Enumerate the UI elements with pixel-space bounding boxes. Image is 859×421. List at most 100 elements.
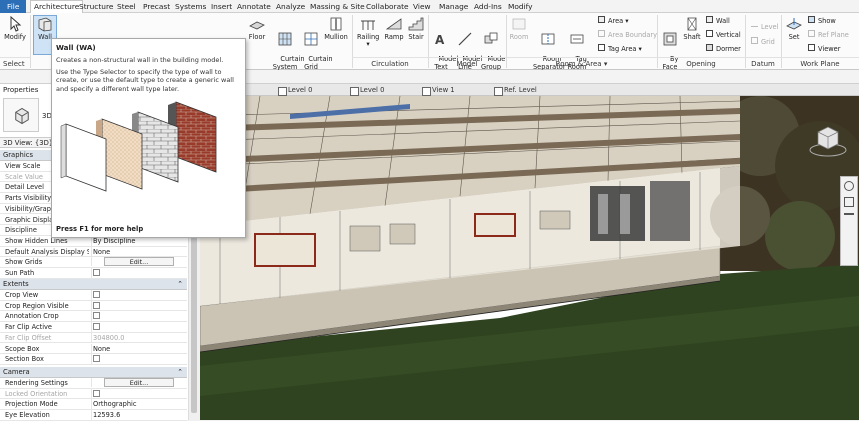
checkbox[interactable] bbox=[93, 389, 100, 397]
type-selector-thumb[interactable] bbox=[3, 98, 39, 132]
extents-row-value[interactable] bbox=[91, 290, 185, 301]
tab-annotate[interactable]: Annotate bbox=[237, 1, 271, 13]
area-boundary-button[interactable]: Area Boundary bbox=[598, 30, 657, 40]
camera-row[interactable]: Locked Orientation bbox=[0, 388, 187, 400]
tab-precast[interactable]: Precast bbox=[143, 1, 170, 13]
graphics-row-value[interactable]: None bbox=[91, 246, 185, 257]
checkbox[interactable] bbox=[93, 301, 100, 309]
extents-row-key: Scope Box bbox=[5, 344, 40, 353]
group-room-area[interactable]: Room & Area ▾ bbox=[506, 57, 657, 70]
floor-button[interactable]: Floor bbox=[246, 16, 268, 41]
area-button[interactable]: Area ▾ bbox=[598, 16, 629, 26]
tooltip-line-2: Use the Type Selector to specify the typ… bbox=[56, 68, 234, 93]
level-button[interactable]: Level bbox=[751, 23, 778, 32]
dormer-button[interactable]: Dormer bbox=[706, 44, 741, 54]
view-tab-level-0-a[interactable]: Level 0 bbox=[276, 85, 312, 96]
extents-row-key: Far Clip Active bbox=[5, 323, 52, 332]
tab-systems[interactable]: Systems bbox=[175, 1, 206, 13]
extents-row-value[interactable] bbox=[91, 322, 185, 334]
nav-menu-icon[interactable] bbox=[844, 213, 854, 215]
graphics-row-value[interactable] bbox=[91, 268, 185, 279]
tab-view[interactable]: View bbox=[413, 1, 431, 13]
camera-row-value[interactable]: Orthographic bbox=[91, 399, 185, 410]
checkbox[interactable] bbox=[93, 269, 100, 276]
viewer-button[interactable]: Viewer bbox=[808, 44, 840, 54]
edit-button[interactable]: Edit... bbox=[104, 378, 174, 387]
extents-row-value[interactable] bbox=[91, 311, 185, 323]
room-button[interactable]: Room bbox=[508, 16, 530, 41]
checkbox[interactable] bbox=[93, 291, 100, 298]
camera-row[interactable]: Projection Mode Orthographic bbox=[0, 399, 187, 411]
tab-steel[interactable]: Steel bbox=[117, 1, 136, 13]
view-tab-ref-level[interactable]: Ref. Level bbox=[492, 85, 537, 96]
stair-button[interactable]: Stair bbox=[406, 16, 426, 41]
set-button[interactable]: Set bbox=[784, 16, 804, 41]
mullion-button[interactable]: Mullion bbox=[323, 16, 349, 41]
tooltip-title: Wall (WA) bbox=[56, 43, 96, 52]
camera-row[interactable]: Eye Elevation 12593.6 bbox=[0, 410, 187, 421]
camera-row-value[interactable] bbox=[91, 388, 185, 400]
extents-row[interactable]: Far Clip Active bbox=[0, 322, 187, 334]
area-boundary-label: Area Boundary bbox=[608, 31, 658, 39]
tab-modify[interactable]: Modify bbox=[508, 1, 533, 13]
area-label: Area bbox=[608, 17, 624, 25]
extents-row[interactable]: Annotation Crop bbox=[0, 311, 187, 323]
checkbox[interactable] bbox=[93, 312, 100, 320]
tab-manage[interactable]: Manage bbox=[439, 1, 468, 13]
view-tab-view-1[interactable]: View 1 bbox=[420, 85, 455, 96]
3d-viewport[interactable] bbox=[200, 96, 859, 420]
extents-row[interactable]: Crop View bbox=[0, 290, 187, 301]
svg-text:A: A bbox=[435, 33, 445, 47]
camera-row-value[interactable]: Edit... bbox=[91, 378, 185, 387]
section-extents[interactable]: Extents ⌃ bbox=[0, 279, 187, 290]
view-tab-level-0-b[interactable]: Level 0 bbox=[348, 85, 384, 96]
extents-row-value[interactable]: 304800.0 bbox=[91, 332, 185, 343]
extents-row[interactable]: Far Clip Offset 304800.0 bbox=[0, 332, 187, 344]
tab-insert[interactable]: Insert bbox=[211, 1, 232, 13]
graphics-row-value[interactable]: Edit... bbox=[91, 257, 185, 267]
railing-button[interactable]: Railing ▾ bbox=[357, 16, 379, 49]
wall-opening-button[interactable]: Wall bbox=[706, 16, 730, 26]
dormer-icon bbox=[706, 44, 713, 51]
extents-row-value[interactable]: None bbox=[91, 343, 185, 354]
tab-add-ins[interactable]: Add-Ins bbox=[474, 1, 502, 13]
checkbox[interactable] bbox=[93, 355, 100, 363]
graphics-row[interactable]: Sun Path bbox=[0, 268, 187, 279]
tag-area-button[interactable]: Tag Area ▾ bbox=[598, 44, 642, 54]
checkbox[interactable] bbox=[93, 323, 100, 331]
graphics-row[interactable]: Show Grids Edit... bbox=[0, 257, 187, 268]
grid-label: Grid bbox=[761, 38, 775, 46]
extents-row-value[interactable] bbox=[91, 300, 185, 312]
extents-row[interactable]: Crop Region Visible bbox=[0, 300, 187, 312]
tab-structure[interactable]: Structure bbox=[79, 1, 113, 13]
show-button[interactable]: Show bbox=[808, 16, 836, 26]
zoom-icon[interactable] bbox=[844, 197, 854, 207]
tab-massing-site[interactable]: Massing & Site bbox=[310, 1, 365, 13]
view-cube[interactable] bbox=[808, 120, 848, 162]
extents-row[interactable]: Scope Box None bbox=[0, 343, 187, 355]
tab-file[interactable]: File bbox=[0, 0, 27, 13]
modify-button[interactable]: Modify bbox=[3, 16, 27, 41]
extents-row-key: Annotation Crop bbox=[5, 312, 59, 321]
extents-row-value[interactable] bbox=[91, 354, 185, 366]
navigation-bar[interactable] bbox=[840, 176, 858, 266]
grid-button[interactable]: Grid bbox=[751, 37, 775, 47]
vertical-button[interactable]: Vertical bbox=[706, 30, 741, 40]
shaft-button[interactable]: Shaft bbox=[682, 16, 702, 41]
extents-row[interactable]: Section Box bbox=[0, 354, 187, 366]
cursor-icon bbox=[10, 16, 22, 32]
camera-row-value[interactable]: 12593.6 bbox=[91, 410, 185, 421]
tab-architecture[interactable]: Architecture bbox=[30, 0, 84, 14]
tab-collaborate[interactable]: Collaborate bbox=[366, 1, 409, 13]
camera-row[interactable]: Rendering Settings Edit... bbox=[0, 378, 187, 389]
mullion-label: Mullion bbox=[324, 33, 348, 41]
ramp-button[interactable]: Ramp bbox=[384, 16, 404, 41]
edit-button[interactable]: Edit... bbox=[104, 257, 174, 267]
ref-plane-button[interactable]: Ref Plane bbox=[808, 30, 849, 40]
graphics-row[interactable]: Default Analysis Display St...None bbox=[0, 246, 187, 258]
section-camera[interactable]: Camera ⌃ bbox=[0, 367, 187, 378]
group-select[interactable]: Select ▾ bbox=[0, 57, 30, 81]
stair-icon bbox=[408, 17, 424, 31]
steering-wheel-icon[interactable] bbox=[844, 181, 854, 191]
tab-analyze[interactable]: Analyze bbox=[276, 1, 305, 13]
